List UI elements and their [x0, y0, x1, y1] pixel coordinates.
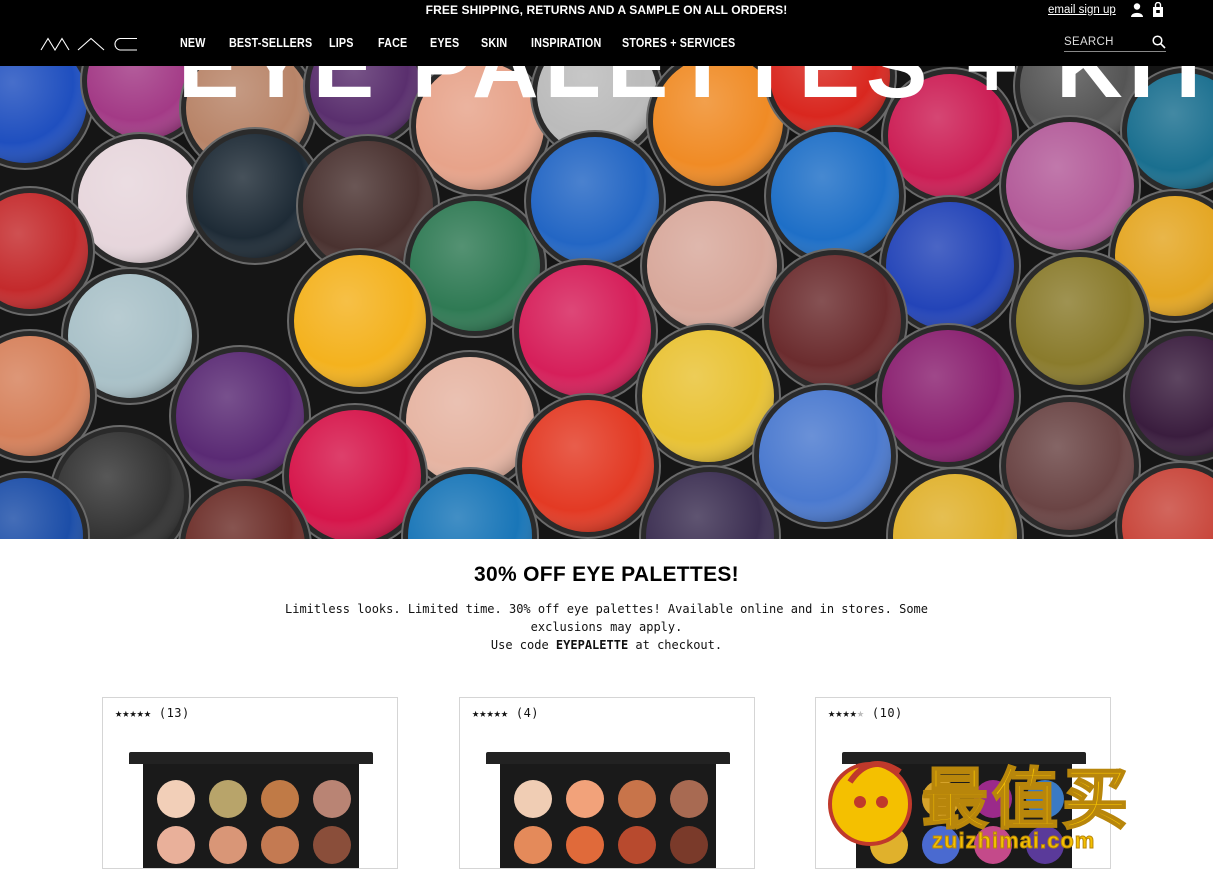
mac-logo[interactable]: [40, 37, 138, 51]
watermark-logo: 最值买 zuizhimai.com: [820, 742, 1210, 860]
palette-shade: [514, 826, 552, 864]
palette-shade: [618, 826, 656, 864]
nav-skin[interactable]: SKIN: [481, 36, 507, 50]
promo-description: Limitless looks. Limited time. 30% off e…: [280, 600, 933, 654]
hero-title: EYE PALETTES + KITS: [178, 66, 1213, 117]
pan-shine: [519, 265, 651, 397]
product-rating: ★★★★★ (4): [472, 706, 539, 720]
palette-shade: [618, 780, 656, 818]
promo-code-prefix: Use code: [490, 638, 556, 652]
pan-shine: [771, 132, 899, 260]
pan-shine: [289, 410, 421, 539]
palette-shade: [209, 826, 247, 864]
shopping-bag-icon[interactable]: [1152, 2, 1164, 17]
palette-shade: [313, 826, 351, 864]
review-count[interactable]: (4): [516, 706, 539, 720]
palette-shade: [313, 780, 351, 818]
product-card[interactable]: ★★★★★ (4): [459, 697, 755, 869]
promo-text: Limitless looks. Limited time. 30% off e…: [285, 602, 928, 634]
promo-code-suffix: at checkout.: [628, 638, 723, 652]
pan-shine: [294, 255, 426, 387]
product-card[interactable]: ★★★★★ (13): [102, 697, 398, 869]
nav-inspiration[interactable]: INSPIRATION: [531, 36, 601, 50]
palette-shade: [157, 826, 195, 864]
palette-shade: [670, 826, 708, 864]
nav-lips[interactable]: LIPS: [329, 36, 354, 50]
review-count[interactable]: (10): [872, 706, 903, 720]
pan-shine: [1006, 402, 1134, 530]
search-icon[interactable]: [1152, 35, 1166, 49]
pan-shine: [759, 390, 891, 522]
promo-code-line: Use code EYEPALETTE at checkout.: [280, 636, 933, 654]
nav-new[interactable]: NEW: [180, 36, 206, 50]
user-icon[interactable]: [1131, 3, 1143, 17]
nav-stores-services[interactable]: STORES + SERVICES: [622, 36, 735, 50]
site-header: FREE SHIPPING, RETURNS AND A SAMPLE ON A…: [0, 0, 1213, 66]
palette-shade: [157, 780, 195, 818]
eyeshadow-pans-image: [0, 66, 1213, 539]
promo-banner: FREE SHIPPING, RETURNS AND A SAMPLE ON A…: [425, 3, 788, 17]
nav-face[interactable]: FACE: [378, 36, 407, 50]
search-underline: [1064, 51, 1166, 52]
star-rating-icon: ★★★★: [828, 706, 857, 720]
pan-shine: [647, 201, 777, 331]
watermark-url: zuizhimai.com: [931, 828, 1096, 854]
star-rating-icon: ★★★★★: [115, 706, 152, 720]
pan-shine: [1016, 257, 1144, 385]
pan-shine: [78, 139, 202, 263]
promo-headline: 30% OFF EYE PALETTES!: [474, 563, 739, 586]
palette-shade: [566, 826, 604, 864]
palette-shade: [566, 780, 604, 818]
star-empty-icon: ★: [856, 706, 865, 720]
nav-eyes[interactable]: EYES: [430, 36, 459, 50]
star-rating-icon: ★★★★★: [472, 706, 509, 720]
palette-shade: [261, 826, 299, 864]
palette-shade: [514, 780, 552, 818]
search-input[interactable]: SEARCH: [1064, 36, 1114, 48]
product-rating: ★★★★★ (13): [115, 706, 190, 720]
pan-shine: [531, 137, 659, 265]
palette-shade: [261, 780, 299, 818]
hero-banner[interactable]: EYE PALETTES + KITS: [0, 66, 1213, 539]
nav-best-sellers[interactable]: BEST-SELLERS: [229, 36, 312, 50]
email-signup-link[interactable]: email sign up: [1048, 4, 1116, 16]
palette-shade: [209, 780, 247, 818]
pan-shine: [522, 400, 654, 532]
product-image[interactable]: [486, 752, 730, 868]
mascot-icon: [828, 761, 912, 846]
palette-shade: [670, 780, 708, 818]
product-image[interactable]: [129, 752, 373, 868]
product-rating: ★★★★★ (10): [828, 706, 903, 720]
review-count[interactable]: (13): [159, 706, 190, 720]
pan-shine: [882, 330, 1014, 462]
promo-code: EYEPALETTE: [555, 638, 629, 652]
